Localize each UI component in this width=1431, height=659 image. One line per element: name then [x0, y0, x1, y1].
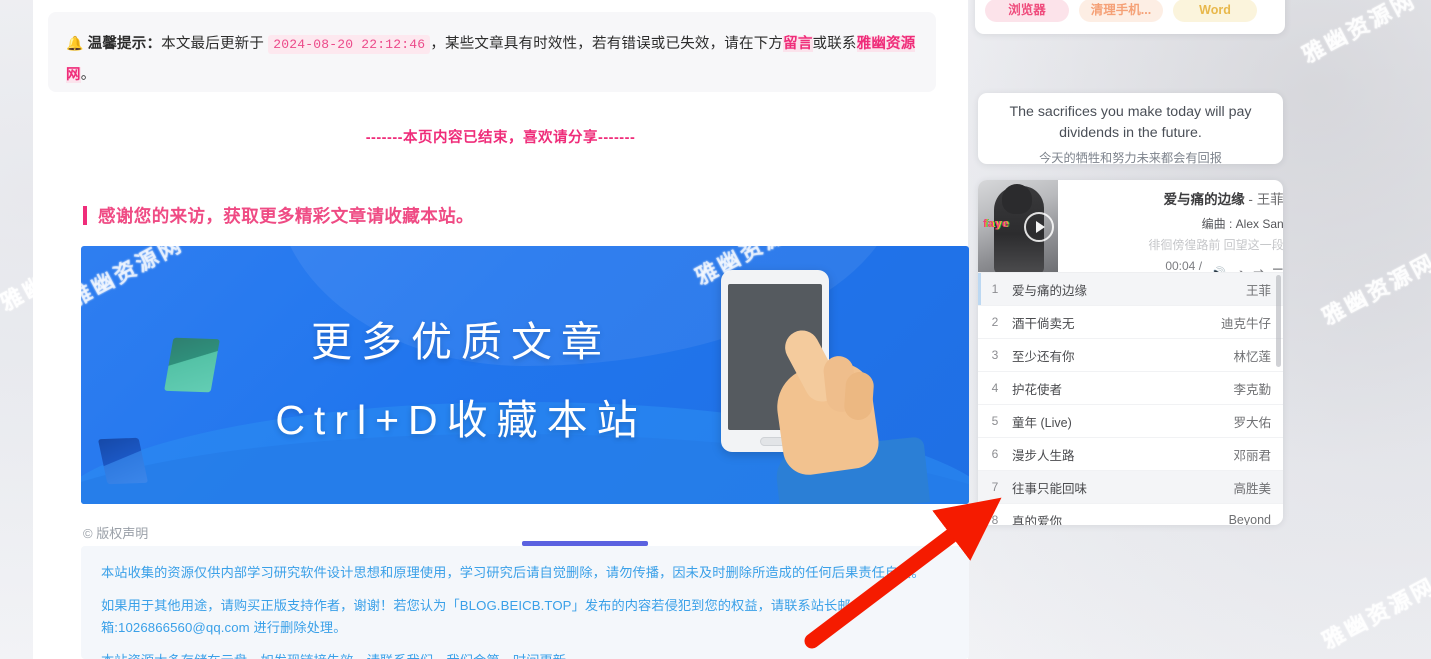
music-player-card: faye 爱与痛的边缘 - 王菲 编曲 : Alex San 徘徊傍徨路前 回望…: [978, 180, 1283, 525]
play-triangle: [1035, 221, 1045, 233]
update-notice-text: 🔔 温馨提示：本文最后更新于 2024-08-20 22:12:46 ，某些文章具有…: [66, 28, 918, 90]
playlist-song-name: 童年 (Live): [1012, 415, 1072, 430]
bell-icon: 🔔: [66, 35, 84, 51]
tag-cloud-card: 美颜相机自定义手机阅读浏览器清理手机...Word: [975, 0, 1285, 34]
copyright-line: 本站收集的资源仅供内部学习研究软件设计思想和原理使用，学习研究后请自觉删除，请勿…: [101, 565, 925, 580]
hand-ring-finger: [843, 371, 875, 421]
banner-line-2: Ctrl+D收藏本站: [275, 397, 647, 443]
playlist-song-name: 漫步人生路: [1012, 448, 1075, 463]
playlist-row[interactable]: 4 护花使者 李克勤: [978, 372, 1283, 405]
track-subline: 编曲 : Alex San: [1201, 217, 1283, 231]
playlist-song-artist: 罗大佑: [1233, 415, 1271, 430]
leave-comment-link[interactable]: 留言: [783, 36, 813, 52]
thanks-heading: 感谢您的来访，获取更多精彩文章请收藏本站。: [83, 203, 474, 228]
copyright-notice-box: 本站收集的资源仅供内部学习研究软件设计思想和原理使用，学习研究后请自觉删除，请勿…: [81, 541, 969, 659]
playlist-song-artist: Beyond: [1228, 513, 1271, 525]
hand-illustration: [771, 324, 891, 482]
playlist-song-name: 酒干倘卖无: [1012, 316, 1075, 331]
update-notice-box: 🔔 温馨提示：本文最后更新于 2024-08-20 22:12:46 ，某些文章具有…: [48, 12, 936, 92]
playlist-index: 8: [991, 513, 999, 525]
playlist-song-name: 真的爱你: [1012, 514, 1063, 526]
copyright-label: © 版权声明: [83, 526, 149, 541]
playlist-row[interactable]: 2 酒干倘卖无 迪克牛仔: [978, 306, 1283, 339]
player-info: 爱与痛的边缘 - 王菲 编曲 : Alex San 徘徊傍徨路前 回望这一段 0…: [1058, 180, 1283, 287]
playlist-song-name: 护花使者: [1012, 382, 1063, 397]
playlist-song-artist: 王菲: [1245, 283, 1271, 298]
playlist-song-artist: 邓丽君: [1233, 448, 1271, 463]
play-icon[interactable]: [1024, 212, 1054, 242]
thanks-heading-text: 感谢您的来访，获取更多精彩文章请收藏本站。: [98, 206, 474, 226]
album-face: [1002, 184, 1032, 214]
banner-line-1: 更多优质文章: [311, 319, 611, 365]
copyright-accent-bar: [522, 541, 648, 546]
player-header: faye 爱与痛的边缘 - 王菲 编曲 : Alex San 徘徊傍徨路前 回望…: [978, 180, 1283, 287]
notice-prefix: 本文最后更新于: [161, 36, 265, 52]
playlist-song-name: 往事只能回味: [1012, 481, 1088, 496]
bookmark-banner-image[interactable]: 更多优质文章 Ctrl+D收藏本站 雅幽资源网 雅幽资源网: [81, 246, 969, 504]
track-artist: 王菲: [1256, 192, 1283, 207]
album-logo-text: faye: [983, 218, 1010, 230]
playlist: 1 爱与痛的边缘 王菲 2 酒干倘卖无 迪克牛仔 3 至少还有你 林忆莲 4 护花使者 李克勤 5 童年 …: [978, 272, 1283, 525]
playlist-song-name: 爱与痛的边缘: [1012, 283, 1088, 298]
playlist-index: 4: [991, 381, 999, 395]
tag-pill[interactable]: Word: [1173, 0, 1257, 22]
tag-pill[interactable]: 浏览器: [985, 0, 1069, 22]
track-name: 爱与痛的边缘: [1163, 192, 1245, 207]
playlist-row[interactable]: 5 童年 (Live) 罗大佑: [978, 405, 1283, 438]
tag-list: 美颜相机自定义手机阅读浏览器清理手机...Word: [985, 0, 1275, 22]
playlist-index: 5: [991, 414, 999, 428]
notice-conjunction: 或联系: [812, 36, 857, 52]
playlist-song-artist: 高胜美: [1233, 481, 1271, 496]
playlist-song-artist: 林忆莲: [1233, 349, 1271, 364]
tag-pill[interactable]: 清理手机...: [1079, 0, 1163, 22]
playlist-index: 3: [991, 348, 999, 362]
track-lyric: 徘徊傍徨路前 回望这一段: [1148, 238, 1283, 252]
notice-middle: ，某些文章具有时效性，若有错误或已失效，请在下方: [430, 36, 784, 52]
playlist-song-artist: 李克勤: [1233, 382, 1271, 397]
track-separator: -: [1248, 192, 1253, 207]
notice-suffix: 。: [80, 67, 96, 83]
playlist-row[interactable]: 1 爱与痛的边缘 王菲: [978, 273, 1283, 306]
heading-accent-bar: [83, 206, 87, 225]
playlist-index: 7: [991, 480, 999, 494]
banner-text: 更多优质文章 Ctrl+D收藏本站: [201, 308, 721, 446]
article-content-column: 🔔 温馨提示：本文最后更新于 2024-08-20 22:12:46 ，某些文章具有…: [33, 0, 969, 659]
notice-label: 温馨提示：: [87, 36, 162, 52]
playlist-row[interactable]: 7 往事只能回味 高胜美: [978, 471, 1283, 504]
blue-cube-decoration: [97, 437, 149, 485]
quote-english: The sacrifices you make today will pay d…: [1009, 104, 1252, 141]
last-update-date: 2024-08-20 22:12:46: [268, 35, 431, 54]
playlist-row[interactable]: 3 至少还有你 林忆莲: [978, 339, 1283, 372]
copyright-line: 如果用于其他用途，请购买正版支持作者，谢谢！若您认为「BLOG.BEICB.TO…: [101, 598, 851, 635]
playlist-song-name: 至少还有你: [1012, 349, 1075, 364]
playlist-index: 1: [991, 282, 999, 296]
daily-quote-card: The sacrifices you make today will pay d…: [978, 93, 1283, 165]
playlist-song-artist: 迪克牛仔: [1220, 316, 1271, 331]
playlist-index: 6: [991, 447, 999, 461]
playlist-index: 2: [991, 315, 999, 329]
track-title: 爱与痛的边缘 - 王菲: [1070, 188, 1283, 208]
quote-chinese: 今天的牺牲和努力未来都会有回报: [1039, 151, 1222, 165]
album-artwork: faye: [978, 180, 1058, 272]
watermark: 雅幽资源网: [81, 246, 188, 312]
playlist-row[interactable]: 6 漫步人生路 邓丽君: [978, 438, 1283, 471]
content-end-divider: -------本页内容已结束，喜欢请分享-------: [365, 130, 636, 146]
playlist-row[interactable]: 8 真的爱你 Beyond: [978, 504, 1283, 525]
playlist-scrollbar[interactable]: [1276, 275, 1281, 367]
copyright-line: 本站资源大多存储在云盘，如发现链接失效，请联系我们，我们会第一时间更新。: [101, 650, 949, 659]
